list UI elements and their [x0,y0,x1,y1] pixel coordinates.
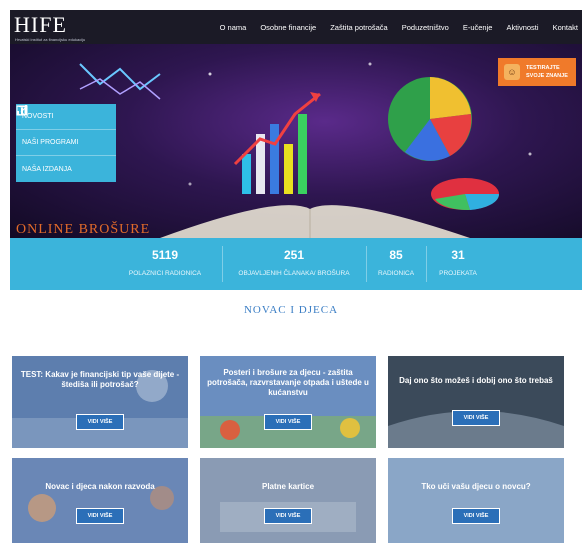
stat-label: RADIONICA [377,270,415,277]
card-test-financijski-tip[interactable]: TEST: Kakav je financijski tip vaše dije… [12,356,188,448]
side-menu-nasi-programi[interactable]: NAŠI PROGRAMI [16,105,116,156]
stat-label: POLAZNICI RADIONICA [128,270,202,277]
side-menu-label: NAŠA IZDANJA [22,165,72,173]
card-daj-ono-sto-mozes[interactable]: Daj ono što možeš i dobij ono što trebaš… [388,356,564,448]
stat-value: 31 [451,248,465,262]
main-nav: O nama Osobne financije Zaštita potrošač… [220,10,582,44]
nav-poduzetnistvo[interactable]: Poduzetništvo [402,23,449,32]
card-platne-kartice[interactable]: Platne kartice VIDI VIŠE [200,458,376,543]
card-tko-uci-djecu[interactable]: Tko uči vašu djecu o novcu? VIDI VIŠE [388,458,564,543]
stat-value: 5119 [151,248,179,262]
quiz-button-line2: SVOJE ZNANJE [526,73,568,79]
nav-o-nama[interactable]: O nama [220,23,247,32]
quiz-button[interactable]: ☺ TESTIRAJTE SVOJE ZNANJE [498,58,576,86]
card-posteri-brosure[interactable]: Posteri i brošure za djecu - zaštita pot… [200,356,376,448]
site-logo[interactable]: HIFE [14,12,67,38]
nav-e-ucenje[interactable]: E-učenje [463,23,493,32]
nav-zastita-potrosaca[interactable]: Zaštita potrošača [330,23,388,32]
face-icon: ☺ [504,64,520,80]
card-image [388,458,564,543]
card-image [200,458,376,543]
hero-banner: NOVOSTI NAŠI PROGRAMI NAŠA IZDANJA ☺ TES… [10,44,582,238]
quiz-button-line1: TESTIRAJTE [526,65,560,71]
card-title: TEST: Kakav je financijski tip vaše dije… [20,370,180,389]
card-more-button[interactable]: VIDI VIŠE [76,508,124,524]
hero-caption: ONLINE BROŠURE [16,222,151,237]
logo-subtitle: Hrvatski institut za financijsku edukaci… [15,37,86,42]
book-icon [16,105,28,116]
stat-radionice: 85 RADIONICA [368,238,424,290]
stat-label: OBJAVLJENIH ČLANAKA/ BROŠURA [238,270,350,277]
stat-value: 85 [389,248,403,262]
card-title: Daj ono što možeš i dobij ono što trebaš [399,376,553,385]
stat-label: PROJEKATA [439,270,477,277]
side-menu-label: NAŠI PROGRAMI [22,139,79,146]
card-novac-i-djeca-nakon-razvoda[interactable]: Novac i djeca nakon razvoda VIDI VIŠE [12,458,188,543]
stat-polaznici: 5119 POLAZNICI RADIONICA [110,238,220,290]
card-image [12,458,188,543]
card-image [388,356,564,448]
card-more-button[interactable]: VIDI VIŠE [452,410,500,426]
stat-value: 251 [283,248,305,262]
hero-side-menu: NOVOSTI NAŠI PROGRAMI NAŠA IZDANJA [16,104,116,182]
card-more-button[interactable]: VIDI VIŠE [452,508,500,524]
nav-aktivnosti[interactable]: Aktivnosti [506,23,538,32]
stat-divider [366,246,367,282]
card-title: Posteri i brošure za djecu - zaštita pot… [207,368,369,397]
section-title: NOVAC I DJECA [243,304,339,316]
nav-osobne-financije[interactable]: Osobne financije [260,23,316,32]
card-more-button[interactable]: VIDI VIŠE [76,414,124,430]
card-more-button[interactable]: VIDI VIŠE [264,508,312,524]
side-menu-nasa-izdanja[interactable]: NAŠA IZDANJA [16,105,116,182]
site-header: HIFE Hrvatski institut za financijsku ed… [10,10,582,44]
stat-divider [222,246,223,282]
card-title: Platne kartice [261,482,315,491]
card-title: Novac i djeca nakon razvoda [45,482,155,491]
nav-kontakt[interactable]: Kontakt [553,23,578,32]
stat-divider [426,246,427,282]
card-more-button[interactable]: VIDI VIŠE [264,414,312,430]
stat-projekti: 31 PROJEKATA [428,238,488,290]
stats-bar: 5119 POLAZNICI RADIONICA 251 OBJAVLJENIH… [10,238,582,290]
card-title: Tko uči vašu djecu o novcu? [421,482,531,491]
stat-clanci: 251 OBJAVLJENIH ČLANAKA/ BROŠURA [224,238,364,290]
side-menu-novosti[interactable]: NOVOSTI [16,104,116,130]
